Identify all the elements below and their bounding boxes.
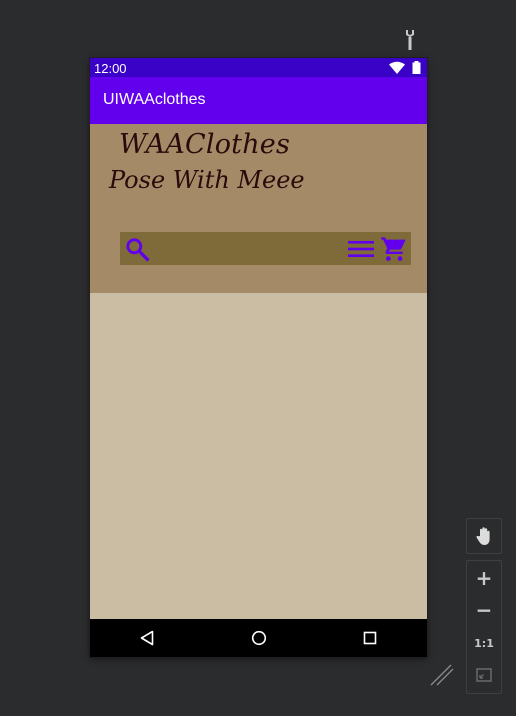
shopping-cart-icon[interactable]: [378, 232, 410, 265]
device-screen: 12:00 UIWAAclothes WAAClothes Pose With …: [90, 58, 427, 657]
zoom-in-label: +: [475, 566, 493, 590]
status-icons: [388, 61, 421, 74]
actual-size-button[interactable]: 1:1: [467, 628, 501, 658]
search-toolbar: [120, 232, 411, 265]
status-bar: 12:00: [90, 58, 427, 77]
status-time: 12:00: [94, 61, 127, 76]
menu-icon[interactable]: [346, 232, 376, 265]
wrench-icon[interactable]: [402, 29, 418, 51]
zoom-in-button[interactable]: +: [467, 563, 501, 593]
zoom-controls-group: + − 1:1: [466, 560, 502, 694]
app-bar: UIWAAclothes: [90, 77, 427, 124]
content-area: [90, 293, 427, 619]
resize-handle-icon[interactable]: [430, 664, 454, 686]
brand-title: WAAClothes: [119, 129, 291, 160]
home-icon[interactable]: [239, 619, 279, 657]
zoom-out-button[interactable]: −: [467, 595, 501, 625]
actual-size-label: 1:1: [474, 636, 494, 650]
zoom-out-label: −: [475, 598, 493, 622]
hand-icon[interactable]: [467, 521, 501, 551]
header-banner: WAAClothes Pose With Meee: [90, 124, 427, 293]
app-title: UIWAAclothes: [103, 91, 206, 108]
recents-icon[interactable]: [350, 619, 390, 657]
back-icon[interactable]: [127, 619, 167, 657]
battery-icon: [412, 61, 421, 74]
brand-tagline: Pose With Meee: [109, 166, 305, 194]
pan-tool-group: [466, 518, 502, 554]
fit-screen-icon[interactable]: [467, 660, 501, 690]
wifi-icon: [388, 61, 405, 74]
navigation-bar: [90, 619, 427, 657]
search-icon[interactable]: [122, 232, 152, 265]
